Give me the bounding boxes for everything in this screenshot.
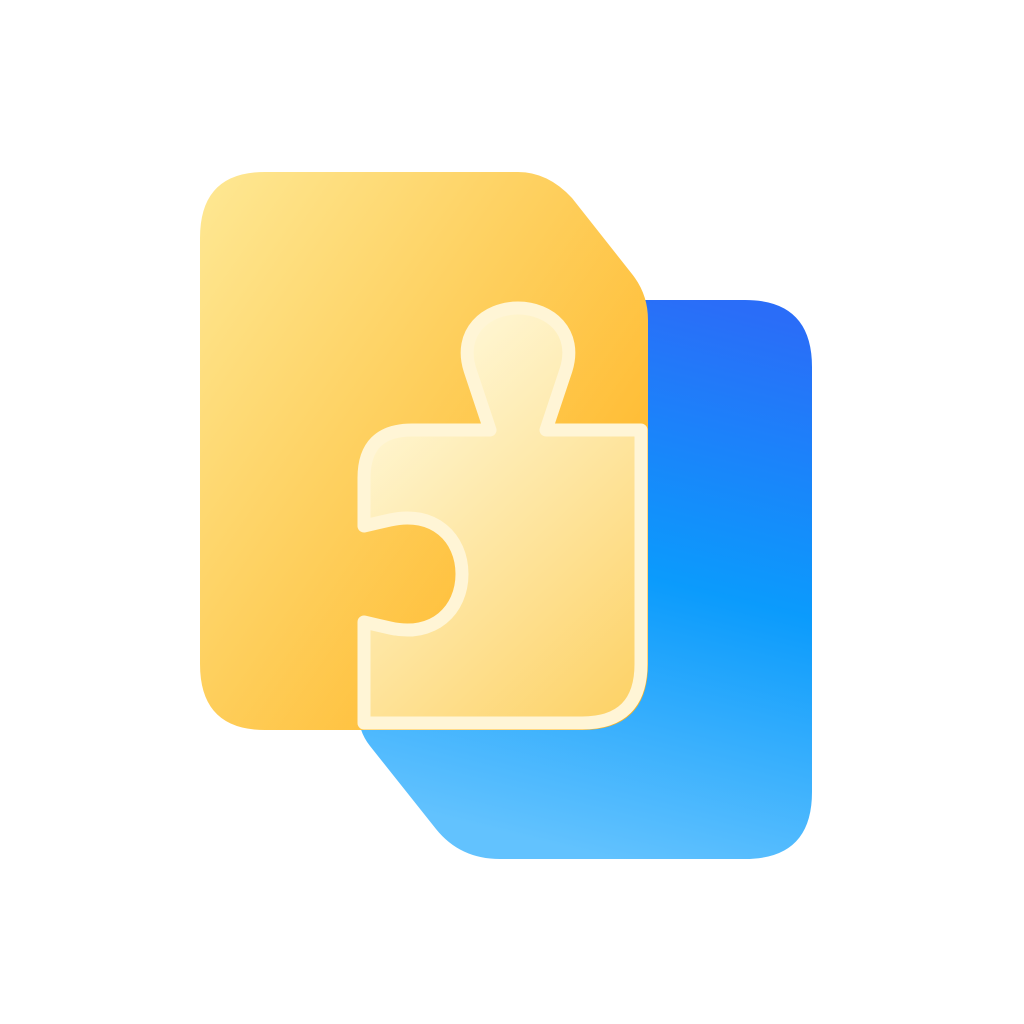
app-icon-canvas [0, 0, 1024, 1024]
puzzle-document-icon [200, 172, 812, 859]
